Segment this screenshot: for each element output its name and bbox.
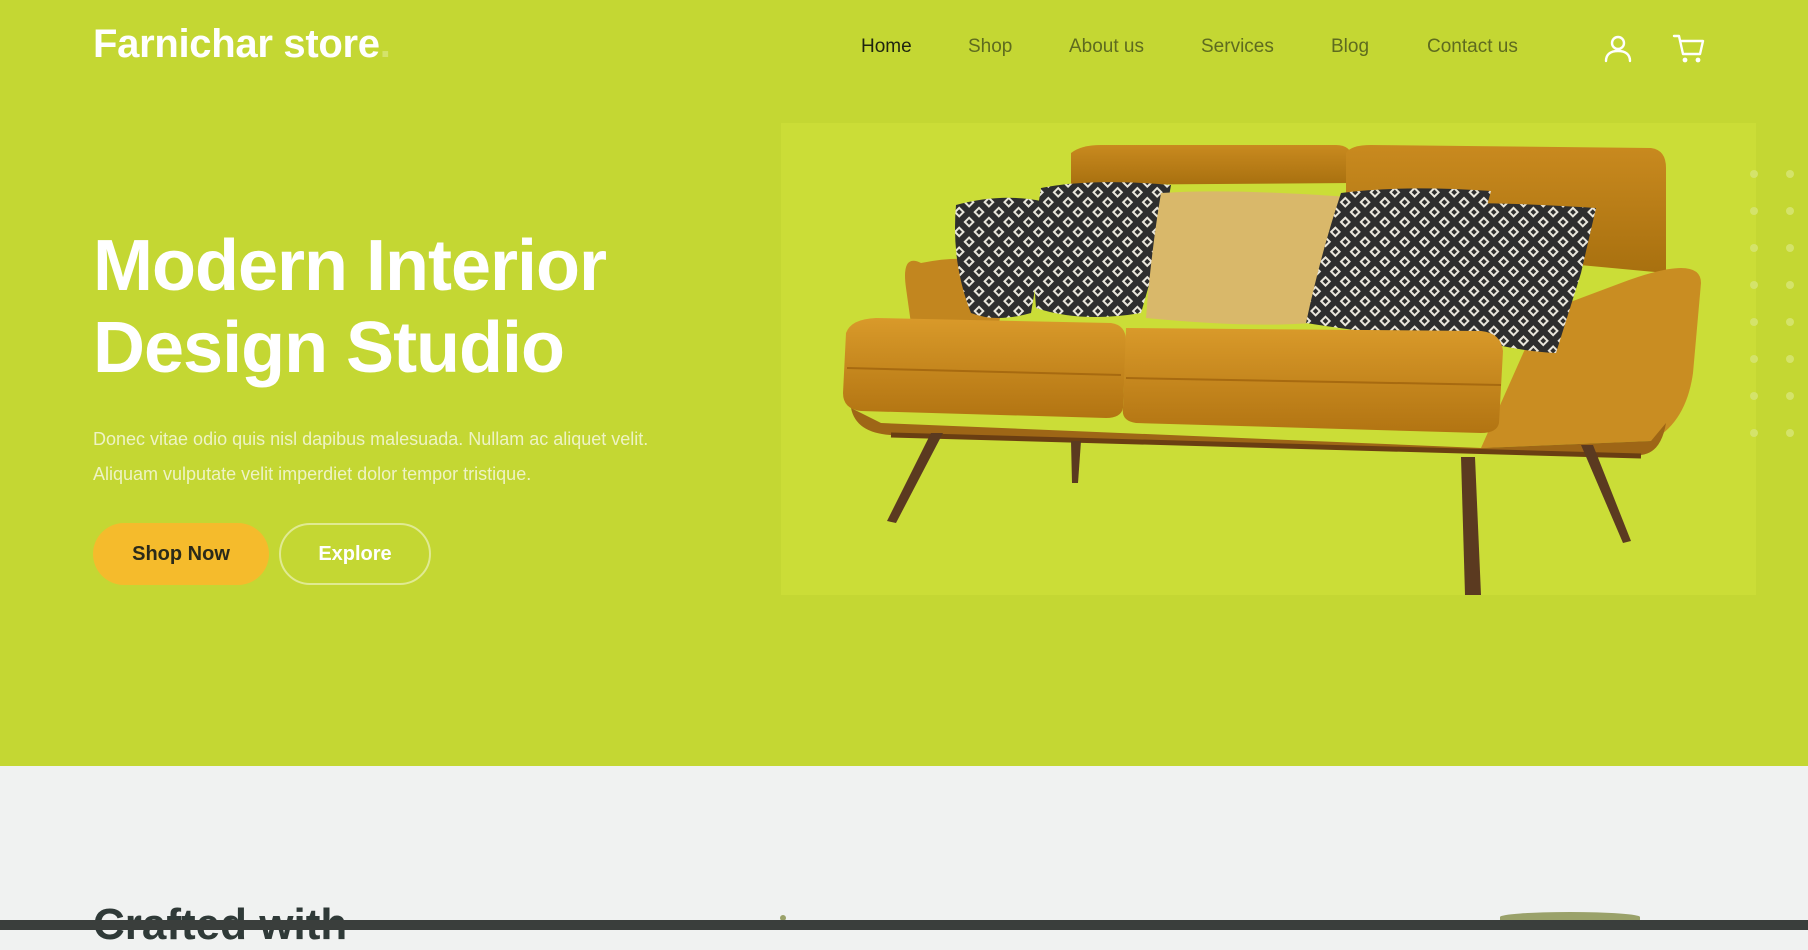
hero-image-panel bbox=[781, 123, 1756, 595]
decorative-dot bbox=[1786, 392, 1794, 400]
decorative-dot bbox=[1750, 429, 1758, 437]
cart-icon[interactable] bbox=[1672, 33, 1706, 65]
decorative-dot bbox=[1750, 170, 1758, 178]
decorative-dot bbox=[1786, 281, 1794, 289]
decorative-dot bbox=[1786, 318, 1794, 326]
nav-services[interactable]: Services bbox=[1201, 36, 1274, 60]
window-bottom-bar bbox=[0, 920, 1808, 930]
decorative-dot bbox=[1786, 207, 1794, 215]
hero-title: Modern Interior Design Studio bbox=[93, 225, 607, 389]
site-logo[interactable]: Farnichar store. bbox=[93, 22, 391, 67]
shop-now-button[interactable]: Shop Now bbox=[93, 523, 269, 585]
decorative-dot bbox=[1750, 355, 1758, 363]
hero-section: Farnichar store. Home Shop About us Serv… bbox=[0, 0, 1808, 766]
decorative-dots bbox=[1750, 170, 1808, 450]
logo-dot: . bbox=[379, 22, 391, 66]
decorative-dot bbox=[1750, 392, 1758, 400]
decorative-dot bbox=[1786, 244, 1794, 252]
hero-description: Donec vitae odio quis nisl dapibus males… bbox=[93, 429, 649, 484]
nav-shop[interactable]: Shop bbox=[968, 36, 1012, 60]
decorative-dot bbox=[1786, 170, 1794, 178]
decorative-dot bbox=[1750, 244, 1758, 252]
decorative-dot bbox=[1786, 429, 1794, 437]
user-icon[interactable] bbox=[1602, 33, 1634, 65]
hero-title-line2: Design Studio bbox=[93, 308, 565, 388]
nav-about-us[interactable]: About us bbox=[1069, 36, 1144, 60]
decorative-dot bbox=[1750, 281, 1758, 289]
decorative-dot bbox=[1786, 355, 1794, 363]
hero-title-line1: Modern Interior bbox=[93, 226, 607, 306]
nav-blog[interactable]: Blog bbox=[1331, 36, 1369, 60]
nav-home[interactable]: Home bbox=[861, 36, 912, 60]
decorative-dot bbox=[1750, 318, 1758, 326]
decorative-dot bbox=[1750, 207, 1758, 215]
sofa-image bbox=[843, 145, 1701, 595]
logo-text: Farnichar store bbox=[93, 22, 380, 66]
nav-contact-us[interactable]: Contact us bbox=[1427, 36, 1518, 60]
explore-button[interactable]: Explore bbox=[279, 523, 431, 585]
